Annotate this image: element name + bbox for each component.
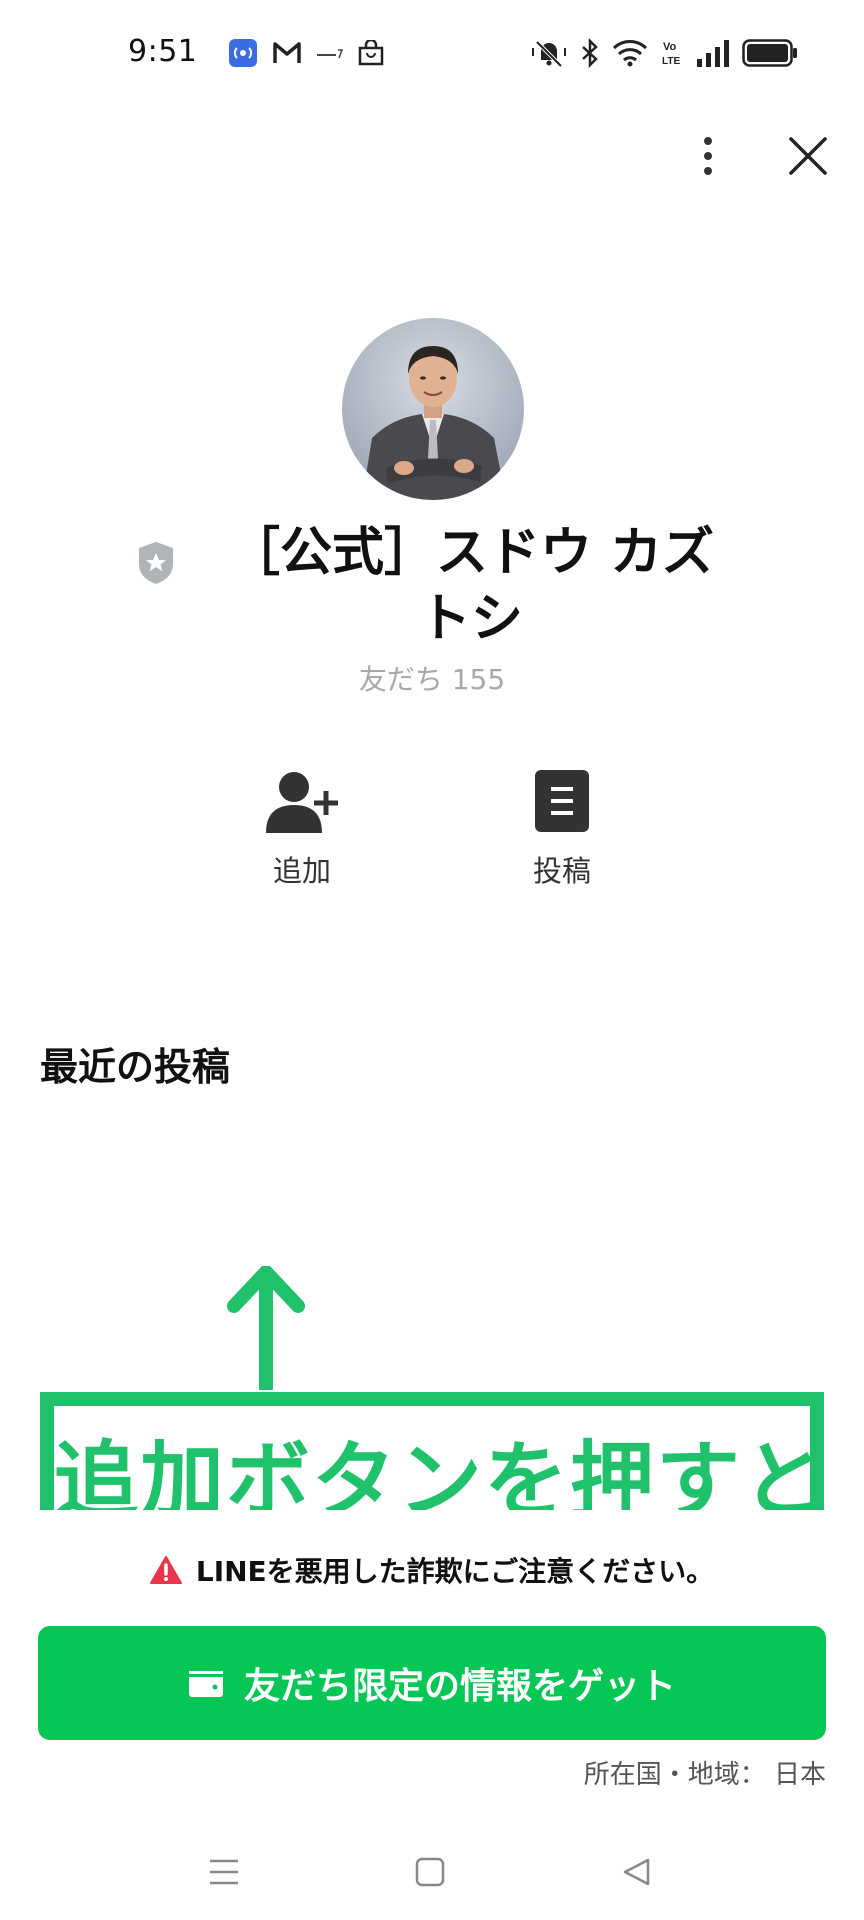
fraud-warning: LINEを悪用した詐欺にご注意ください。	[0, 1550, 864, 1590]
navigation-bar	[0, 1820, 864, 1920]
get-friend-info-button[interactable]: 友だち限定の情報をゲット	[38, 1626, 826, 1740]
post-image[interactable]: 追加ボタンを押すと	[40, 1258, 824, 1510]
friends-count: 友だち 155	[358, 663, 506, 696]
status-left-icons	[228, 38, 384, 68]
recent-posts-title: 最近の投稿	[40, 1045, 231, 1089]
battery-icon	[742, 39, 797, 67]
more-vertical-icon	[704, 137, 712, 175]
signal-icon	[697, 40, 729, 67]
carrier-logo-icon	[317, 49, 344, 59]
wallet-icon	[188, 1671, 223, 1697]
svg-text:Vo: Vo	[663, 41, 677, 53]
region-text: 所在国・地域： 日本	[583, 1760, 826, 1790]
gmail-icon	[273, 42, 301, 63]
home-button[interactable]	[400, 1850, 460, 1894]
add-friend-button[interactable]: 追加	[232, 766, 372, 890]
nfc-icon	[229, 39, 257, 67]
menu-icon	[210, 1859, 238, 1885]
post-text: 追加ボタンを押すと	[54, 1432, 824, 1510]
posts-icon	[535, 770, 589, 832]
add-friend-label: 追加	[272, 854, 331, 888]
volte-icon: Vo LTE	[662, 41, 680, 67]
warning-text: LINEを悪用した詐欺にご注意ください。	[195, 1555, 715, 1588]
more-options-button[interactable]	[688, 128, 728, 184]
avatar[interactable]	[342, 318, 524, 500]
bluetooth-icon	[582, 38, 598, 68]
up-arrow-icon	[227, 1266, 305, 1390]
close-icon	[789, 137, 827, 175]
status-bar: 9:51 Vo LTE	[0, 0, 864, 110]
add-friend-icon	[266, 772, 338, 833]
close-button[interactable]	[780, 128, 836, 184]
wifi-icon	[612, 40, 648, 67]
posts-label: 投稿	[532, 854, 591, 888]
status-time: 9:51	[128, 34, 198, 69]
home-square-icon	[415, 1857, 445, 1887]
svg-text:LTE: LTE	[662, 56, 680, 67]
profile-name: ［公式］スドウ カズトシ	[227, 523, 715, 649]
official-badge-icon	[139, 542, 173, 584]
back-button[interactable]	[606, 1850, 666, 1894]
status-right-icons: Vo LTE	[530, 38, 798, 68]
recent-apps-button[interactable]	[194, 1850, 254, 1894]
cta-label: 友だち限定の情報をゲット	[243, 1666, 676, 1707]
shopping-bag-icon	[358, 40, 384, 66]
avatar-photo	[342, 318, 524, 500]
mute-icon	[532, 40, 566, 68]
posts-button[interactable]: 投稿	[492, 766, 632, 890]
warning-icon	[149, 1556, 182, 1584]
back-triangle-icon	[623, 1858, 650, 1886]
post-frame: 追加ボタンを押すと	[40, 1392, 824, 1510]
